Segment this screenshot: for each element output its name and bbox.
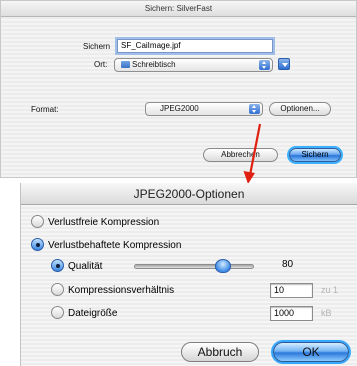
location-value: Schreibtisch: [132, 60, 176, 69]
filesize-radio[interactable]: [51, 306, 64, 319]
lossless-option[interactable]: Verlustfreie Kompression: [31, 215, 159, 230]
location-label: Ort:: [94, 60, 108, 69]
filename-field[interactable]: SF_CaiImage.jpf: [117, 39, 273, 53]
quality-label: Qualität: [68, 261, 103, 272]
quality-option[interactable]: Qualität: [51, 259, 102, 274]
popup-arrows-icon: [259, 60, 270, 70]
lossy-radio[interactable]: [31, 238, 44, 251]
options-dialog-title: JPEG2000-Optionen: [21, 183, 357, 205]
lossy-option[interactable]: Verlustbehaftete Kompression: [31, 238, 181, 253]
lossless-label: Verlustfreie Kompression: [48, 217, 160, 228]
jpeg2000-options-dialog: JPEG2000-Optionen Verlustfreie Kompressi…: [20, 183, 357, 366]
filesize-label: Dateigröße: [68, 308, 118, 319]
format-value: JPEG2000: [160, 104, 199, 113]
desktop-folder-icon: [121, 61, 130, 68]
format-label: Format:: [31, 105, 59, 114]
ratio-radio[interactable]: [51, 283, 64, 296]
save-dialog: Sichern: SilverFast Sichern SF_CaiImage.…: [0, 0, 357, 178]
filesize-option[interactable]: Dateigröße: [51, 306, 117, 321]
popup-arrows-icon: [249, 104, 260, 114]
location-popup[interactable]: Schreibtisch: [114, 58, 273, 72]
ratio-field[interactable]: 10: [270, 283, 313, 298]
format-popup[interactable]: JPEG2000: [145, 102, 263, 116]
options-button[interactable]: Optionen...: [269, 102, 331, 116]
filesize-unit: kB: [321, 308, 332, 318]
save-dialog-title: Sichern: SilverFast: [1, 1, 356, 17]
ratio-label: Kompressionsverhältnis: [68, 285, 175, 296]
filesize-field[interactable]: 1000: [270, 306, 313, 321]
lossless-radio[interactable]: [31, 215, 44, 228]
save-as-label: Sichern: [83, 42, 111, 51]
lossy-label: Verlustbehaftete Kompression: [48, 240, 182, 251]
expand-browser-button[interactable]: [278, 58, 290, 70]
options-cancel-button[interactable]: Abbruch: [181, 342, 259, 362]
cancel-button[interactable]: Abbrechen: [203, 148, 278, 162]
ratio-unit: zu 1: [321, 285, 339, 295]
quality-slider[interactable]: [134, 264, 254, 269]
ratio-option[interactable]: Kompressionsverhältnis: [51, 283, 174, 298]
quality-slider-knob[interactable]: [215, 259, 231, 273]
ok-button[interactable]: OK: [273, 342, 349, 362]
save-button[interactable]: Sichern: [289, 148, 341, 162]
quality-value: 80: [282, 259, 294, 270]
quality-radio[interactable]: [51, 259, 64, 272]
